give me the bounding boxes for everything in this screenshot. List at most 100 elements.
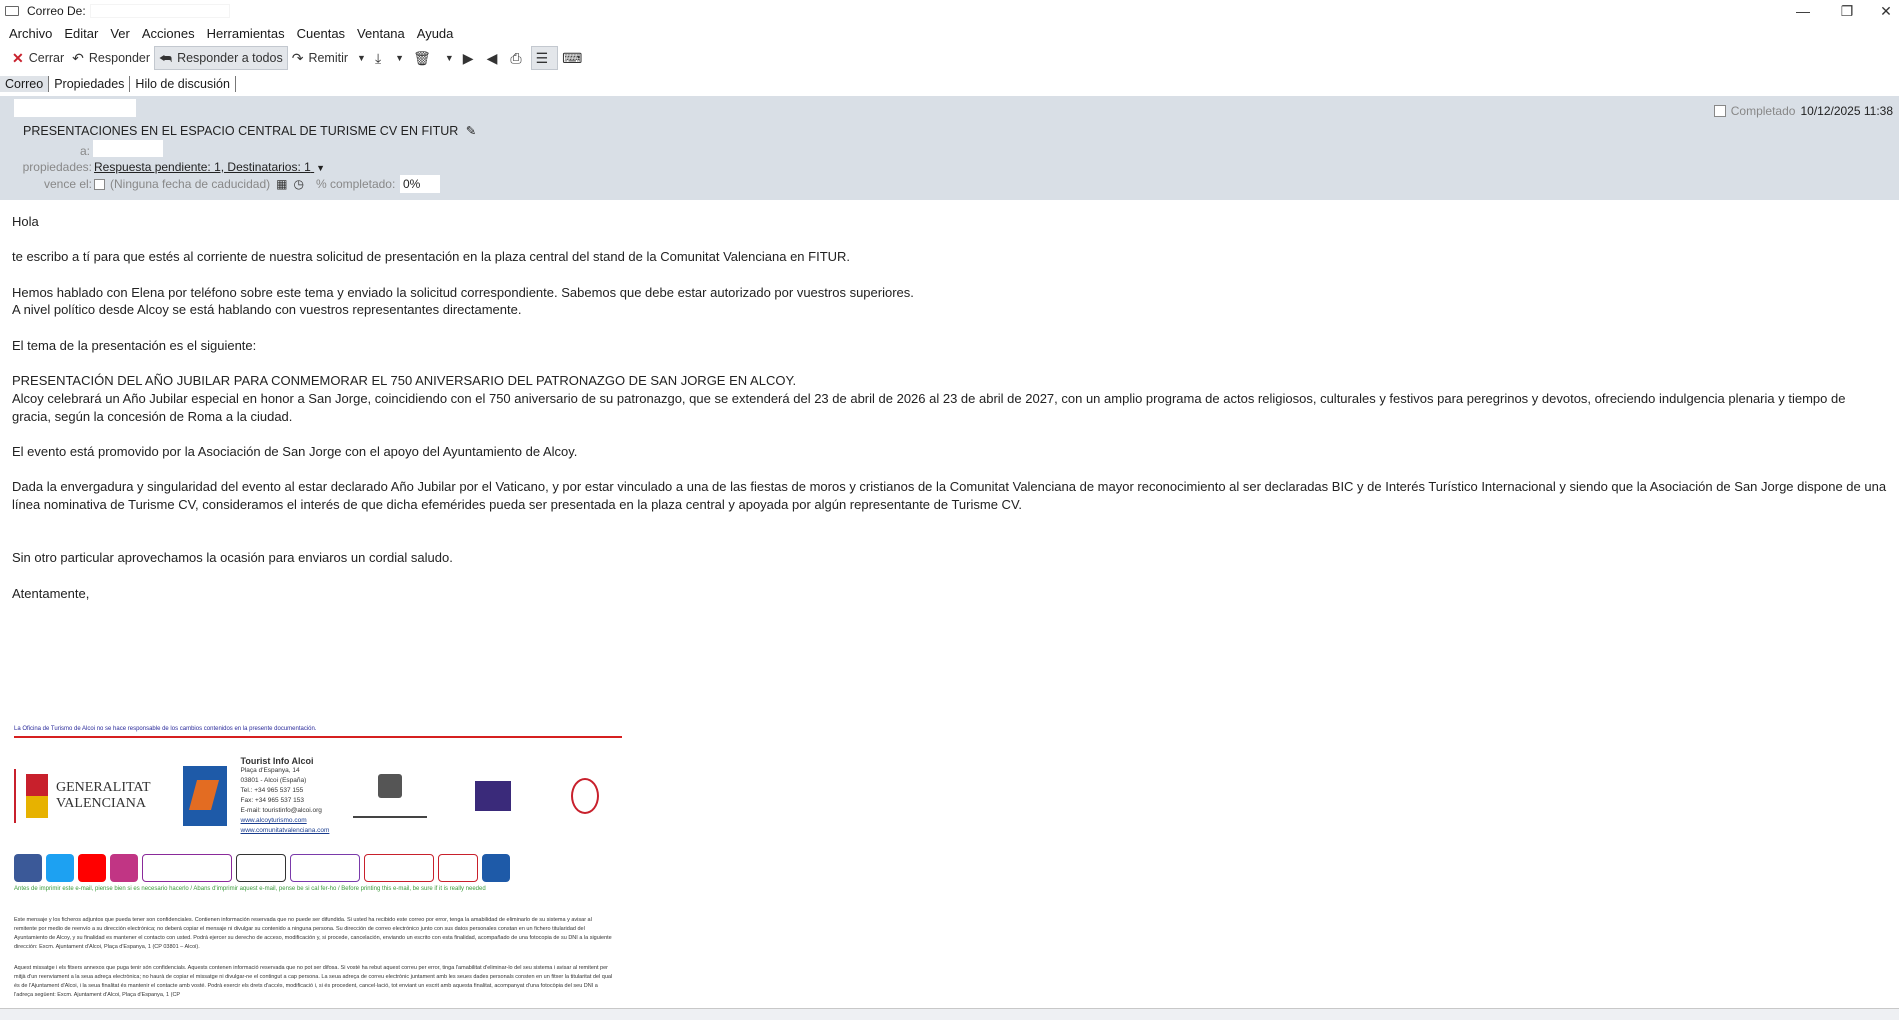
twitter-icon[interactable] (46, 854, 74, 882)
body-paragraph: Dada la envergadura y singularidad del e… (12, 479, 1887, 513)
generalitat-emblem-icon (26, 774, 48, 818)
body-paragraph: te escribo a tí para que estés al corrie… (12, 249, 851, 265)
minimize-button[interactable]: — (1783, 0, 1823, 22)
menu-archivo[interactable]: Archivo (9, 26, 52, 41)
menu-herramientas[interactable]: Herramientas (207, 26, 285, 41)
move-dropdown-icon[interactable]: ▼ (395, 53, 404, 63)
reply-label: Responder (88, 51, 151, 65)
delete-button[interactable]: 🗑 (409, 46, 440, 70)
facebook-icon[interactable] (14, 854, 42, 882)
percent-label: % completado: (315, 177, 396, 191)
body-greeting: Hola (12, 214, 39, 229)
reply-all-label: Responder a todos (177, 51, 283, 65)
fax-line: Fax: +34 965 537 153 (240, 797, 304, 804)
quality-q-logo (353, 774, 428, 818)
tab-hilo[interactable]: Hilo de discusión (130, 76, 236, 92)
message-body: Hola te escribo a tí para que estés al c… (12, 213, 1887, 602)
body-paragraph: El tema de la presentación es el siguien… (12, 337, 257, 353)
address-line: 03801 - Alcoi (España) (240, 777, 307, 784)
body-paragraph: PRESENTACIÓN DEL AÑO JUBILAR PARA CONMEM… (12, 373, 797, 389)
print-notice: Antes de imprimir este e-mail, piense bi… (14, 886, 486, 892)
forward-arrow-icon: ↷ (291, 49, 304, 66)
youtube-icon[interactable] (78, 854, 106, 882)
properties-dropdown-icon: ▼ (316, 163, 326, 173)
phone-line: Tel.: +34 965 537 155 (240, 787, 304, 794)
email-signature: La Oficina de Turismo de Alcoi no se hac… (14, 726, 624, 1012)
contact-block: Tourist Info Alcoi Plaça d'Espanya, 14 0… (241, 756, 330, 836)
menu-cuentas[interactable]: Cuentas (297, 26, 345, 41)
keyboard-icon: ⌨ (562, 49, 583, 66)
premio-logo (364, 854, 434, 882)
menu-bar: Archivo Editar Ver Acciones Herramientas… (0, 22, 1899, 44)
props-label: propiedades: (22, 160, 92, 174)
list-view-icon: ☰ (535, 49, 549, 66)
expiry-area: (Ninguna fecha de caducidad) ▦ ◷ % compl… (94, 177, 395, 191)
tab-correo[interactable]: Correo (0, 76, 50, 92)
next-button[interactable]: ▶ (459, 46, 483, 70)
status-bar (0, 1008, 1899, 1020)
completed-checkbox[interactable] (1713, 105, 1726, 117)
to-field-redacted (93, 140, 163, 157)
close-button[interactable]: ✕ Cerrar (8, 46, 68, 70)
expiry-checkbox[interactable] (94, 178, 105, 190)
toolbar: ✕ Cerrar ↶ Responder ⮪ Responder a todos… (0, 44, 1899, 72)
reply-button[interactable]: ↶ Responder (68, 46, 154, 70)
legal-es: Este mensaje y los ficheros adjuntos que… (14, 917, 612, 950)
body-paragraph: Hemos hablado con Elena por teléfono sob… (12, 284, 914, 300)
maximize-button[interactable]: ❐ (1827, 0, 1867, 22)
generalitat-logo: GENERALITAT VALENCIANA (14, 769, 151, 823)
tab-propiedades[interactable]: Propiedades (49, 76, 131, 92)
body-paragraph: El evento está promovido por la Asociaci… (12, 444, 578, 460)
move-button[interactable]: ⤓ (371, 46, 390, 70)
close-window-button[interactable]: ✕ (1866, 0, 1899, 22)
delete-dropdown-icon[interactable]: ▼ (445, 53, 454, 63)
menu-ventana[interactable]: Ventana (357, 26, 405, 41)
expiry-value: (Ninguna fecha de caducidad) (110, 177, 271, 191)
calidad-turistica-logo (475, 781, 512, 811)
instagram-icon[interactable] (110, 854, 138, 882)
menu-ayuda[interactable]: Ayuda (417, 26, 454, 41)
message-date: 10/12/2025 11:38 (1800, 104, 1893, 118)
gva-line2: VALENCIANA (56, 796, 146, 811)
printer-icon: ⎙ (510, 49, 522, 66)
web-link[interactable]: www.comunitatvalenciana.com (241, 826, 330, 836)
forward-button[interactable]: ↷ Remitir (288, 46, 352, 70)
menu-ver[interactable]: Ver (110, 26, 130, 41)
menu-editar[interactable]: Editar (64, 26, 98, 41)
edit-pencil-icon[interactable]: ✎ (466, 124, 476, 138)
expires-label: vence el: (43, 177, 92, 191)
clock-icon[interactable]: ◷ (293, 177, 303, 191)
title-bar: Correo De: (0, 0, 1899, 22)
view-toggle-button[interactable]: ☰ (530, 46, 559, 70)
reply-all-button[interactable]: ⮪ Responder a todos (154, 46, 288, 70)
close-x-icon: ✕ (12, 49, 24, 66)
keyboard-view-button[interactable]: ⌨ (558, 46, 591, 70)
signature-disclaimer: La Oficina de Turismo de Alcoi no se hac… (14, 726, 317, 732)
body-closing: Atentamente, (12, 585, 90, 601)
body-paragraph: Alcoy celebrará un Año Jubilar especial … (12, 390, 1846, 424)
tourist-info-logo (182, 766, 227, 826)
previous-button[interactable]: ◀ (483, 46, 507, 70)
subject-text: PRESENTACIONES EN EL ESPACIO CENTRAL DE … (23, 124, 459, 138)
percent-field[interactable]: 0% (400, 175, 440, 193)
mail-app-icon (5, 6, 19, 16)
t-logo (482, 854, 510, 882)
body-paragraph: Sin otro particular aprovechamos la ocas… (12, 550, 453, 566)
calendar-icon[interactable]: ▦ (276, 177, 287, 191)
reply-arrow-icon: ↶ (72, 49, 84, 66)
to-label: a: (79, 144, 90, 158)
email-link[interactable]: E-mail: touristinfo@alcoi.org (241, 806, 330, 816)
social-icons (14, 854, 624, 882)
subject-line: PRESENTACIONES EN EL ESPACIO CENTRAL DE … (23, 123, 476, 138)
properties-link[interactable]: Respuesta pendiente: 1, Destinatarios: 1… (94, 160, 325, 174)
window-title: Correo De: (27, 4, 86, 18)
office-name: Tourist Info Alcoi (240, 756, 314, 766)
forward-dropdown-icon[interactable]: ▼ (357, 53, 366, 63)
web-link[interactable]: www.alcoyturismo.com (241, 816, 330, 826)
signature-divider (14, 736, 622, 738)
sender-redacted (89, 4, 230, 18)
club-logo (571, 778, 600, 814)
trash-icon: 🗑 (413, 49, 431, 66)
print-button[interactable]: ⎙ (506, 46, 530, 70)
menu-acciones[interactable]: Acciones (142, 26, 195, 41)
